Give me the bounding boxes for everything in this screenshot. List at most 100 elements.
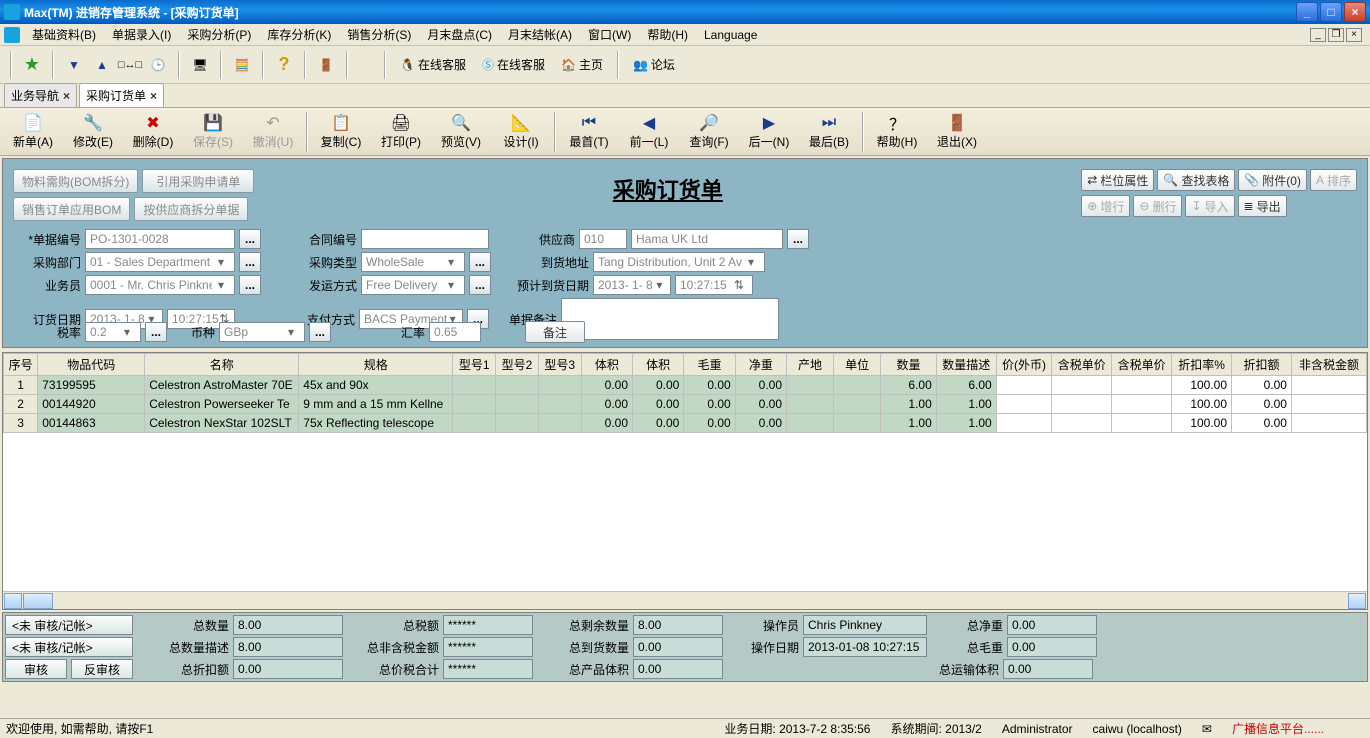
grid-cell[interactable]: 100.00	[1172, 414, 1232, 433]
menu-stock[interactable]: 库存分析(K)	[259, 24, 339, 45]
grid-header[interactable]: 物品代码	[38, 354, 145, 376]
home-link[interactable]: 🏠主页	[555, 54, 609, 75]
tab-purchase-order[interactable]: 采购订货单×	[79, 83, 164, 107]
preview-button[interactable]: 🔍预览(V)	[434, 110, 488, 154]
grid-cell[interactable]	[834, 376, 881, 395]
grid-header[interactable]: 单位	[834, 354, 881, 376]
table-row[interactable]: 300144863Celestron NexStar 102SLT75x Ref…	[4, 414, 1367, 433]
forum-link[interactable]: 👥论坛	[627, 54, 681, 75]
exit-icon[interactable]: 🚪	[314, 53, 338, 77]
grid-cell[interactable]	[1291, 376, 1366, 395]
copy-button[interactable]: 📋复制(C)	[314, 110, 368, 154]
search-button[interactable]: 🔎查询(F)	[682, 110, 736, 154]
del-row-button[interactable]: ⊖删行	[1133, 195, 1182, 217]
grid-cell[interactable]: 6.00	[881, 376, 937, 395]
menu-help[interactable]: 帮助(H)	[639, 24, 696, 45]
grid-cell[interactable]	[1291, 395, 1366, 414]
purtype-select[interactable]: WholeSale▾	[361, 252, 465, 272]
grid-cell[interactable]: 0.00	[735, 414, 786, 433]
menu-input[interactable]: 单据录入(I)	[104, 24, 179, 45]
menu-sales[interactable]: 销售分析(S)	[339, 24, 419, 45]
table-row[interactable]: 200144920Celestron Powerseeker Te9 mm an…	[4, 395, 1367, 414]
grid-cell[interactable]: 0.00	[1232, 395, 1292, 414]
sales-lookup[interactable]: ...	[239, 275, 261, 295]
find-grid-button[interactable]: 🔍查找表格	[1157, 169, 1235, 191]
sort-button[interactable]: A排序	[1310, 169, 1357, 191]
menu-closing[interactable]: 月末结帐(A)	[500, 24, 580, 45]
docno-lookup[interactable]: ...	[239, 229, 261, 249]
grid-cell[interactable]: 0.00	[1232, 414, 1292, 433]
grid-cell[interactable]	[496, 376, 539, 395]
approve-button[interactable]: 审核	[5, 659, 67, 679]
grid-cell[interactable]: 100.00	[1172, 395, 1232, 414]
tab-business-nav[interactable]: 业务导航×	[4, 83, 77, 107]
menu-window[interactable]: 窗口(W)	[580, 24, 639, 45]
save-button[interactable]: 💾保存(S)	[186, 110, 240, 154]
split-by-supplier-button[interactable]: 按供应商拆分单据	[134, 197, 248, 221]
grid-cell[interactable]: 00144863	[38, 414, 145, 433]
supplier-code-input[interactable]: 010	[579, 229, 627, 249]
grid-header[interactable]: 型号3	[538, 354, 581, 376]
menu-language[interactable]: Language	[696, 26, 765, 44]
grid-cell[interactable]	[1112, 376, 1172, 395]
grid-cell[interactable]	[1112, 414, 1172, 433]
online-service-1[interactable]: 🐧在线客服	[394, 54, 472, 75]
exit-button[interactable]: 🚪退出(X)	[930, 110, 984, 154]
grid-header[interactable]: 序号	[4, 354, 38, 376]
grid-cell[interactable]: 1.00	[936, 414, 996, 433]
bom-needed-button[interactable]: 物料需购(BOM拆分)	[13, 169, 138, 193]
supplier-name-input[interactable]: Hama UK Ltd	[631, 229, 783, 249]
grid-cell[interactable]	[496, 395, 539, 414]
grid-cell[interactable]	[538, 395, 581, 414]
screen-icon[interactable]: 🖥	[188, 53, 212, 77]
first-button[interactable]: ⏮最首(T)	[562, 110, 616, 154]
grid-horizontal-scrollbar[interactable]	[3, 591, 1367, 609]
grid-cell[interactable]: 75x Reflecting telescope	[299, 414, 453, 433]
grid-cell[interactable]: 0.00	[581, 414, 632, 433]
grid-cell[interactable]: 0.00	[735, 395, 786, 414]
arrow-up-icon[interactable]: ▲	[90, 53, 114, 77]
grid-cell[interactable]: 00144920	[38, 395, 145, 414]
grid-header[interactable]: 净重	[735, 354, 786, 376]
tax-select[interactable]: 0.2▾	[85, 322, 141, 342]
grid-header[interactable]: 型号2	[496, 354, 539, 376]
grid-cell[interactable]	[996, 414, 1052, 433]
grid-cell[interactable]: 9 mm and a 15 mm Kellne	[299, 395, 453, 414]
grid-header[interactable]: 含税单价	[1052, 354, 1112, 376]
grid-header[interactable]: 非含税金额	[1291, 354, 1366, 376]
grid-header[interactable]: 价(外币)	[996, 354, 1052, 376]
dept-select[interactable]: 01 - Sales Department▾	[85, 252, 235, 272]
grid-cell[interactable]: 73199595	[38, 376, 145, 395]
tab-close-icon[interactable]: ×	[63, 89, 70, 103]
grid-cell[interactable]	[1291, 414, 1366, 433]
scroll-left-button[interactable]	[4, 593, 22, 609]
dept-lookup[interactable]: ...	[239, 252, 261, 272]
grid-cell[interactable]	[787, 414, 834, 433]
grid-cell[interactable]: 0.00	[684, 414, 735, 433]
grid-header[interactable]: 毛重	[684, 354, 735, 376]
grid-cell[interactable]	[1052, 376, 1112, 395]
supplier-lookup[interactable]: ...	[787, 229, 809, 249]
menu-inventory[interactable]: 月末盘点(C)	[419, 24, 500, 45]
new-button[interactable]: 📄新单(A)	[6, 110, 60, 154]
grid-cell[interactable]	[453, 376, 496, 395]
currency-select[interactable]: GBp▾	[219, 322, 305, 342]
grid-cell[interactable]: 0.00	[581, 376, 632, 395]
table-row[interactable]: 173199595Celestron AstroMaster 70E45x an…	[4, 376, 1367, 395]
grid-cell[interactable]: 0.00	[684, 395, 735, 414]
grid-cell[interactable]: 0.00	[735, 376, 786, 395]
grid-header[interactable]: 名称	[145, 354, 299, 376]
help-icon[interactable]: ?	[272, 53, 296, 77]
print-button[interactable]: 🖨打印(P)	[374, 110, 428, 154]
grid-header[interactable]: 数量描述	[936, 354, 996, 376]
import-button[interactable]: ↧导入	[1185, 195, 1234, 217]
add-row-button[interactable]: ⊕增行	[1081, 195, 1130, 217]
grid-cell[interactable]: 0.00	[633, 376, 684, 395]
contract-input[interactable]	[361, 229, 489, 249]
grid-cell[interactable]: 3	[4, 414, 38, 433]
grid-cell[interactable]: 1.00	[936, 395, 996, 414]
rate-input[interactable]: 0.65	[429, 322, 481, 342]
grid-header[interactable]: 规格	[299, 354, 453, 376]
star-icon[interactable]: ★	[20, 53, 44, 77]
ship-lookup[interactable]: ...	[469, 275, 491, 295]
